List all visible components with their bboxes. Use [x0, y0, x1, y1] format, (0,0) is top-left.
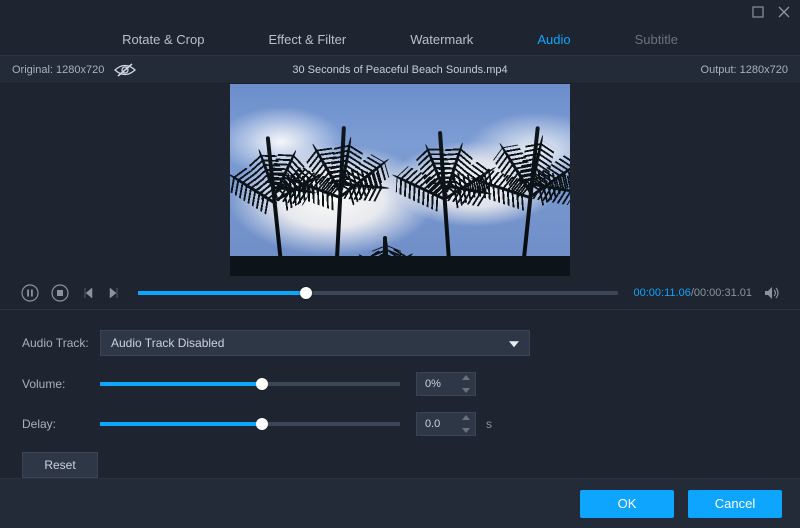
- delay-slider[interactable]: [100, 422, 400, 426]
- output-resolution-label: Output: 1280x720: [701, 64, 788, 76]
- footer: OK Cancel: [0, 478, 800, 528]
- volume-slider[interactable]: [100, 382, 400, 386]
- volume-step-up[interactable]: [462, 375, 470, 380]
- tab-rotate-crop[interactable]: Rotate & Crop: [120, 26, 206, 53]
- cancel-button[interactable]: Cancel: [688, 490, 782, 518]
- next-frame-button[interactable]: [106, 283, 122, 303]
- chevron-down-icon: [509, 341, 519, 347]
- preview-area: [0, 84, 800, 276]
- delay-row: Delay: 0.0 s: [22, 412, 778, 436]
- volume-icon[interactable]: [762, 283, 782, 303]
- close-button[interactable]: [776, 4, 792, 20]
- audio-track-value: Audio Track Disabled: [111, 336, 224, 350]
- ok-button[interactable]: OK: [580, 490, 674, 518]
- delay-step-up[interactable]: [462, 415, 470, 420]
- timeline-slider[interactable]: [138, 291, 618, 295]
- play-pause-button[interactable]: [20, 283, 40, 303]
- delay-fill: [100, 422, 262, 426]
- prev-frame-button[interactable]: [80, 283, 96, 303]
- delay-thumb[interactable]: [256, 418, 268, 430]
- delay-value: 0.0: [425, 418, 440, 430]
- tab-effect-filter[interactable]: Effect & Filter: [266, 26, 348, 53]
- delay-label: Delay:: [22, 417, 100, 431]
- volume-label: Volume:: [22, 377, 100, 391]
- volume-spin[interactable]: 0%: [416, 372, 476, 396]
- volume-step-down[interactable]: [462, 388, 470, 393]
- reset-button[interactable]: Reset: [22, 452, 98, 478]
- volume-value: 0%: [425, 378, 441, 390]
- audio-settings: Audio Track: Audio Track Disabled Volume…: [0, 310, 800, 486]
- video-preview: [230, 84, 570, 276]
- delay-unit: s: [486, 417, 492, 431]
- delay-spin[interactable]: 0.0: [416, 412, 476, 436]
- audio-track-row: Audio Track: Audio Track Disabled: [22, 330, 778, 356]
- volume-thumb[interactable]: [256, 378, 268, 390]
- tab-watermark[interactable]: Watermark: [408, 26, 475, 53]
- time-duration: 00:00:31.01: [694, 287, 752, 299]
- infobar: Original: 1280x720 30 Seconds of Peacefu…: [0, 56, 800, 84]
- preview-visibility-icon[interactable]: [114, 62, 136, 78]
- tabs: Rotate & Crop Effect & Filter Watermark …: [0, 24, 800, 56]
- time-display: 00:00:11.06/00:00:31.01: [634, 287, 752, 299]
- playback-controls: 00:00:11.06/00:00:31.01: [0, 276, 800, 310]
- audio-track-select[interactable]: Audio Track Disabled: [100, 330, 530, 356]
- volume-fill: [100, 382, 262, 386]
- titlebar: [0, 0, 800, 24]
- tab-subtitle[interactable]: Subtitle: [633, 26, 680, 53]
- original-resolution-label: Original: 1280x720: [12, 64, 104, 76]
- maximize-button[interactable]: [750, 4, 766, 20]
- timeline-thumb[interactable]: [300, 287, 312, 299]
- timeline-fill: [138, 291, 306, 295]
- audio-track-label: Audio Track:: [22, 336, 100, 350]
- tab-audio[interactable]: Audio: [535, 26, 572, 53]
- stop-button[interactable]: [50, 283, 70, 303]
- time-current: 00:00:11.06: [634, 287, 691, 299]
- delay-step-down[interactable]: [462, 428, 470, 433]
- volume-row: Volume: 0%: [22, 372, 778, 396]
